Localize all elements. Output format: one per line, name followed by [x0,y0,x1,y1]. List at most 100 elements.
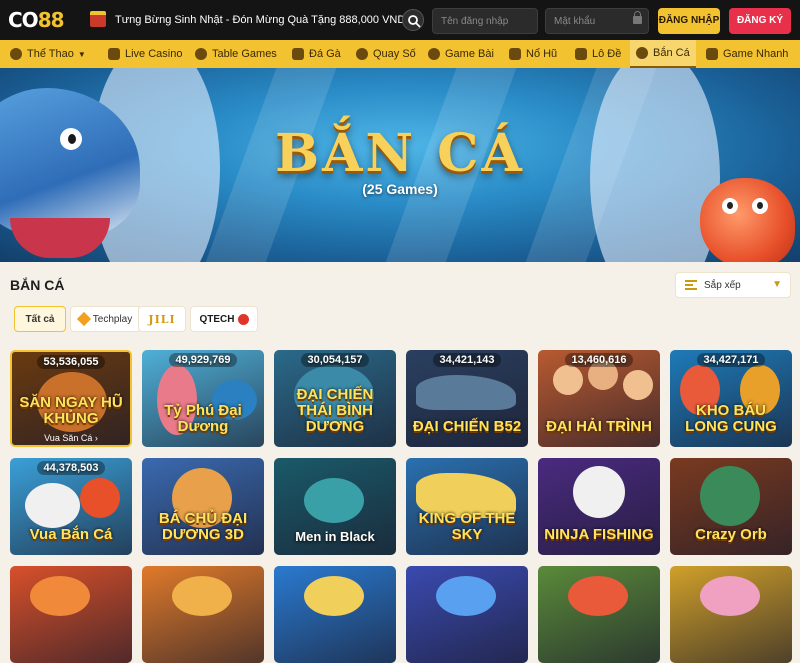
brand-logo[interactable]: CO88 [8,8,65,32]
chevron-down-icon: ▼ [77,49,86,59]
game-art [80,478,120,518]
shrimp-eye [722,198,738,214]
nav-item-ban-ca[interactable]: Bắn Cá [630,40,696,68]
filter-all[interactable]: Tất cả [14,306,66,332]
game-tile[interactable] [538,566,660,663]
game-art [573,466,625,518]
jackpot-counter: 34,427,171 [697,353,765,367]
game-tile[interactable] [406,566,528,663]
slot-machine-icon [509,48,521,60]
lock-icon [633,11,642,24]
nav-item-lo-de[interactable]: Lô Đề [575,40,621,68]
provider-filters: Tất cả Techplay JILI QTECH [10,306,790,336]
jackpot-counter: 53,536,055 [37,355,105,369]
banner-title: BẮN CÁ [275,123,525,184]
game-title: BÁ CHỦ ĐẠI DƯƠNG 3D [158,510,248,543]
club-suit-icon [428,48,440,60]
nav-item-live-casino[interactable]: Live Casino [108,40,182,68]
game-art [172,576,232,616]
banner-game-count: (25 Games) [362,181,438,197]
game-tile[interactable]: Crazy Orb [670,458,792,555]
soccer-ball-icon [10,48,22,60]
game-tile[interactable]: Men in Black [274,458,396,555]
game-tile[interactable]: 34,427,171 KHO BÁU LONG CUNG [670,350,792,447]
top-bar: CO88 Tưng Bừng Sinh Nhật - Đón Mừng Quà … [0,0,800,40]
game-art [25,483,80,528]
nav-item-the-thao[interactable]: Thể Thao ▼ [10,40,86,68]
gift-icon [90,11,106,27]
game-art [304,576,364,616]
game-art [553,365,583,395]
jackpot-counter: 34,421,143 [433,353,501,367]
nav-item-game-bai[interactable]: Game Bài [428,40,494,68]
game-title: SĂN NGAY HŨ KHỦNG [19,394,123,427]
game-tile[interactable]: 13,460,616 ĐẠI HẢI TRÌNH [538,350,660,447]
techplay-logo-icon [76,311,91,327]
poker-chip-icon [195,48,207,60]
sort-dropdown[interactable]: Sắp xếp ▼ [675,272,791,298]
login-button[interactable]: ĐĂNG NHẬP [658,8,720,34]
nav-item-no-hu[interactable]: Nổ Hũ [509,40,557,68]
game-tile[interactable] [274,566,396,663]
game-art [416,375,516,410]
game-title: Tỷ Phú Đại Dương [164,402,242,435]
game-title: ĐẠI CHIẾN B52 [412,418,522,435]
lottery-ball-icon [356,48,368,60]
crosshair-icon [636,47,648,59]
sort-icon [685,280,697,290]
filter-qtech[interactable]: QTECH [190,306,258,332]
game-tile[interactable]: 53,536,055 SĂN NGAY HŨ KHỦNG Vua Săn Cá … [10,350,132,447]
category-banner: BẮN CÁ (25 Games) [0,68,800,262]
game-art [623,370,653,400]
game-tile[interactable]: NINJA FISHING [538,458,660,555]
game-title: KHO BÁU LONG CUNG [685,402,777,435]
shrimp-eye [752,198,768,214]
game-title: ĐẠI CHIẾN THÁI BÌNH DƯƠNG [296,386,374,435]
jackpot-counter: 49,929,769 [169,353,237,367]
password-input[interactable]: Mật khẩu [545,8,649,34]
game-tile[interactable] [670,566,792,663]
game-title: Vua Bắn Cá [29,526,113,543]
game-title: NINJA FISHING [544,526,654,543]
shark-mouth [10,218,110,258]
filter-jili[interactable]: JILI [138,306,186,332]
game-tile[interactable]: KING OF THE SKY [406,458,528,555]
nav-item-game-nhanh[interactable]: Game Nhanh [706,40,788,68]
game-subtitle-link[interactable]: Vua Săn Cá › [12,433,130,443]
section-title: BẮN CÁ [10,277,65,293]
signup-button[interactable]: ĐĂNG KÝ [729,8,791,34]
game-art [700,466,760,526]
search-button[interactable] [402,9,424,31]
game-art [30,576,90,616]
username-input[interactable]: Tên đăng nhập [432,8,538,34]
chevron-down-icon: ▼ [772,279,782,290]
game-title: Crazy Orb [695,526,767,543]
nav-item-da-ga[interactable]: Đá Gà [292,40,341,68]
filter-techplay[interactable]: Techplay [70,306,141,332]
main-nav: Thể Thao ▼ Live Casino Table Games Đá Gà… [0,40,800,68]
ticket-icon [575,48,587,60]
paw-icon [237,313,249,325]
search-icon [408,15,421,28]
cards-icon [108,48,120,60]
rocket-icon [706,48,718,60]
nav-item-quay-so[interactable]: Quay Số [356,40,416,68]
game-tile[interactable] [10,566,132,663]
game-tile[interactable]: 34,421,143 ĐẠI CHIẾN B52 [406,350,528,447]
game-title: Men in Black [295,529,375,544]
game-title: KING OF THE SKY [418,510,516,543]
promo-banner-text[interactable]: Tưng Bừng Sinh Nhật - Đón Mừng Quà Tặng … [115,14,405,26]
jackpot-counter: 13,460,616 [565,353,633,367]
game-art [436,576,496,616]
game-art [700,576,760,616]
game-tile[interactable]: 49,929,769 Tỷ Phú Đại Dương [142,350,264,447]
game-tile[interactable]: BÁ CHỦ ĐẠI DƯƠNG 3D [142,458,264,555]
nav-item-table-games[interactable]: Table Games [195,40,277,68]
game-tile[interactable] [142,566,264,663]
game-tile[interactable]: 44,378,503 Vua Bắn Cá [10,458,132,555]
jackpot-counter: 30,054,157 [301,353,369,367]
game-tile[interactable]: 30,054,157 ĐẠI CHIẾN THÁI BÌNH DƯƠNG [274,350,396,447]
game-art [304,478,364,523]
game-title: ĐẠI HẢI TRÌNH [546,418,652,435]
game-art [568,576,628,616]
